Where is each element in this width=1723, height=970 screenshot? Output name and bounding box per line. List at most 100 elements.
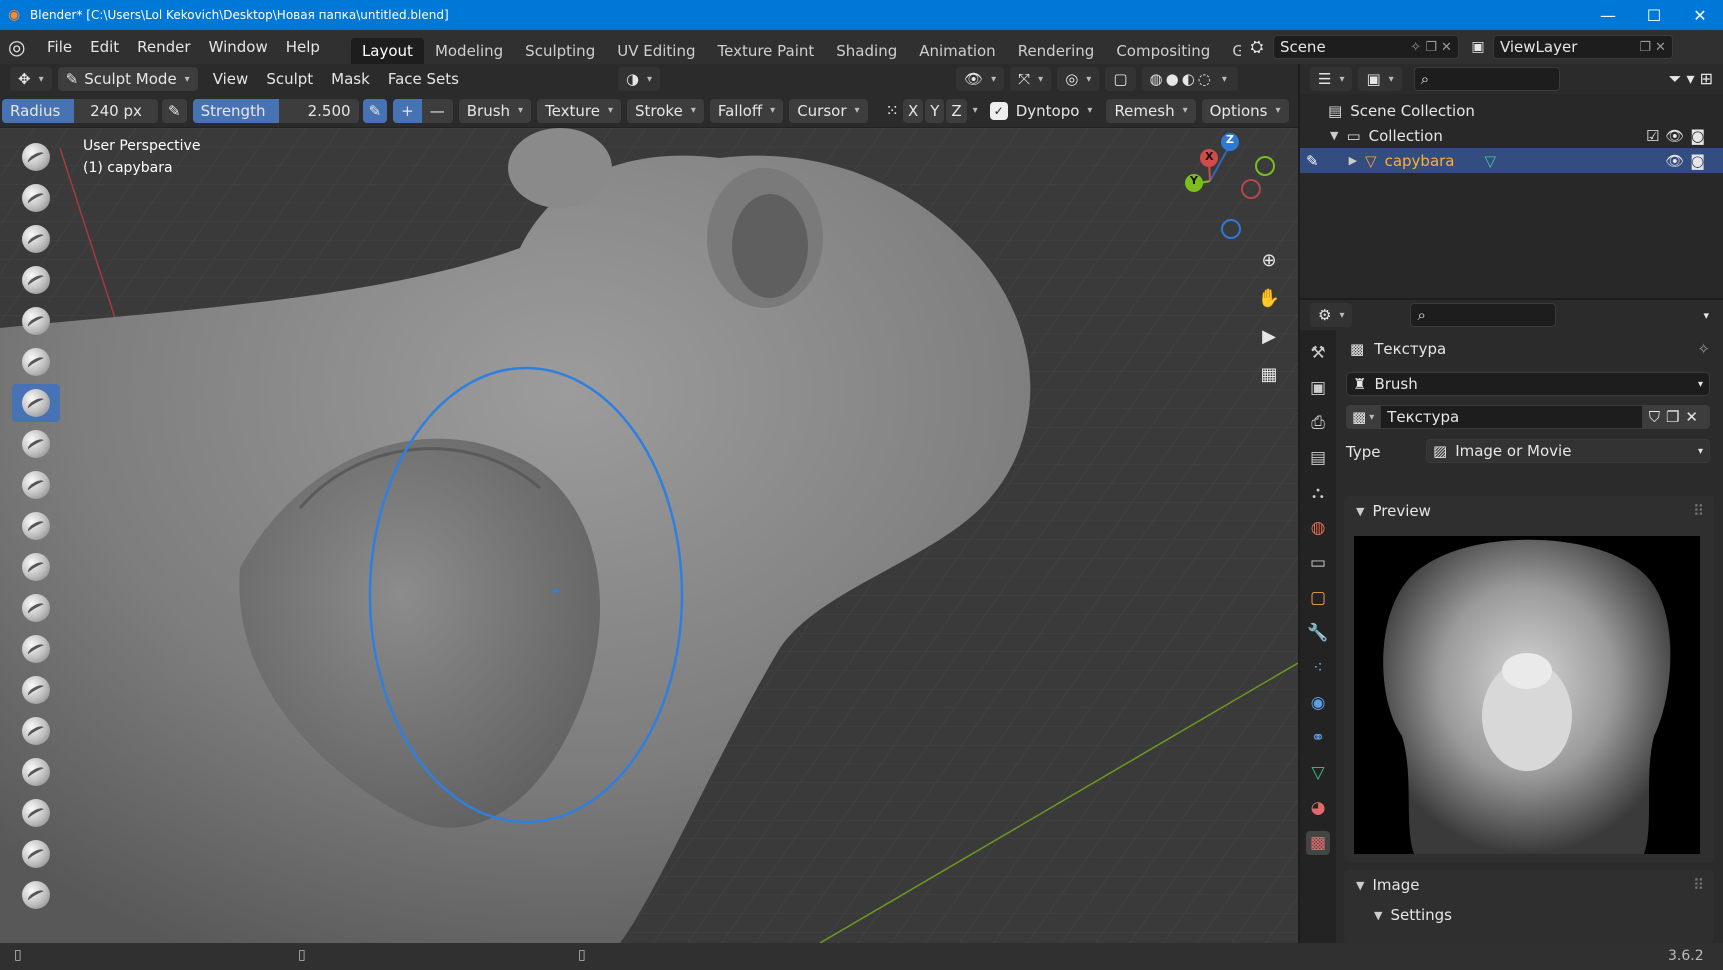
pin-icon[interactable]: ✧ ❐ ✕ — [1410, 40, 1452, 55]
menu-mask[interactable]: Mask — [322, 70, 379, 88]
menu-view[interactable]: View — [204, 70, 258, 88]
menu-sculpt[interactable]: Sculpt — [257, 70, 322, 88]
strength-field[interactable]: Strength 2.500 — [192, 98, 359, 123]
mesh-data-icon[interactable]: ▽ — [1485, 152, 1497, 170]
menu-file[interactable]: File — [38, 38, 81, 56]
scene-tab-icon[interactable]: ⛬ — [1306, 481, 1330, 505]
tool-elastic[interactable] — [12, 794, 60, 832]
scene-field[interactable]: Scene ✧ ❐ ✕ — [1272, 35, 1459, 59]
texture-browse-icon[interactable]: ▩ ▾ — [1346, 405, 1381, 429]
tool-flatten[interactable] — [12, 548, 60, 586]
object-tab-icon[interactable]: ▢ — [1306, 586, 1330, 610]
camera-view-icon[interactable]: ▶ — [1254, 326, 1284, 356]
gizmo-z-label[interactable]: Z — [1226, 133, 1234, 146]
collection-visibility-icons[interactable]: ☑👁◙ — [1646, 127, 1711, 145]
direction-add-button[interactable]: + — [393, 98, 422, 123]
scene-collection-row[interactable]: ▤ Scene Collection — [1300, 98, 1723, 123]
viewlayer-field[interactable]: ViewLayer ❐ ✕ — [1492, 35, 1673, 59]
visibility-icon[interactable]: 👁 ▾ — [956, 67, 1005, 91]
overlay-toggle-icon[interactable]: ◎ ▾ — [1057, 67, 1100, 91]
dyntopo-checkbox[interactable]: ✓ — [989, 101, 1008, 120]
collection-expand-icon[interactable]: ▼ — [1330, 129, 1338, 142]
options-chevron-icon[interactable]: ▾ — [1703, 309, 1709, 322]
tab-sculpting[interactable]: Sculpting — [514, 38, 606, 64]
symmetry-z-toggle[interactable]: Z — [946, 98, 967, 123]
transform-pivot-icon[interactable]: ◑ ▾ — [617, 67, 661, 91]
data-tab-icon[interactable]: ▽ — [1306, 761, 1330, 785]
physics-tab-icon[interactable]: ◉ — [1306, 691, 1330, 715]
tool-multiplane-scrape[interactable] — [12, 671, 60, 709]
remesh-dropdown[interactable]: Remesh ▾ — [1106, 98, 1196, 123]
strength-pressure-icon[interactable]: ✎ — [362, 98, 388, 123]
stroke-dropdown[interactable]: Stroke ▾ — [627, 98, 704, 123]
world-tab-icon[interactable]: ◍ — [1306, 516, 1330, 540]
modifier-tab-icon[interactable]: 🔧 — [1306, 621, 1330, 645]
texture-datablock-actions-icon[interactable]: ⛉❐✕ — [1642, 405, 1710, 429]
strength-value[interactable]: 2.500 — [278, 98, 359, 123]
tab-geometry[interactable]: Geomet — [1221, 38, 1241, 64]
collection-row[interactable]: ▼ ▭ Collection ☑👁◙ — [1300, 123, 1723, 148]
preview-collapse-icon[interactable]: ▼ — [1356, 505, 1364, 518]
gizmo-x-label[interactable]: X — [1205, 150, 1213, 163]
perspective-toggle-icon[interactable]: ▦ — [1254, 364, 1284, 394]
viewlayer-icon[interactable]: ▣ — [1463, 39, 1493, 55]
editor-type-icon[interactable]: ✥ ▾ — [10, 67, 52, 91]
tool-clay-thumb[interactable] — [12, 302, 60, 340]
tool-draw-sharp[interactable] — [12, 179, 60, 217]
blender-menu-icon[interactable]: ◎ — [8, 35, 38, 59]
close-window-button[interactable]: ✕ — [1677, 0, 1723, 30]
direction-subtract-button[interactable]: — — [421, 98, 453, 123]
tool-blob[interactable] — [12, 425, 60, 463]
tool-clay-strips[interactable] — [12, 261, 60, 299]
texture-dropdown[interactable]: Texture ▾ — [537, 98, 622, 123]
maximize-button[interactable]: ☐ — [1631, 0, 1677, 30]
texture-datablock-field[interactable]: ▩ ▾ Текстура ⛉❐✕ — [1346, 405, 1710, 429]
menu-window[interactable]: Window — [200, 38, 277, 56]
properties-editor-type-icon[interactable]: ⚙ ▾ — [1310, 303, 1353, 327]
radius-field[interactable]: Radius 240 px — [2, 98, 158, 123]
tab-uv-editing[interactable]: UV Editing — [606, 38, 706, 64]
brush-dropdown[interactable]: Brush ▾ — [458, 98, 532, 123]
preview-header[interactable]: ▼ Preview ⠿ — [1344, 496, 1714, 526]
material-tab-icon[interactable]: ◕ — [1306, 796, 1330, 820]
menu-render[interactable]: Render — [128, 38, 199, 56]
xray-toggle-icon[interactable]: ▢ — [1105, 67, 1136, 91]
symmetry-dropdown-icon[interactable]: ▾ — [973, 105, 978, 116]
tab-animation[interactable]: Animation — [908, 38, 1006, 64]
outliner-editor-type-icon[interactable]: ☰ ▾ — [1310, 67, 1353, 91]
dyntopo-dropdown[interactable]: Dyntopo ▾ — [1008, 99, 1101, 123]
object-visibility-icons[interactable]: 👁◙ — [1665, 152, 1711, 170]
cursor-dropdown[interactable]: Cursor ▾ — [789, 98, 868, 123]
zoom-icon[interactable]: ⊕ — [1254, 250, 1284, 280]
shading-mode-icons[interactable]: ◍●◐◌ ▾ — [1141, 67, 1238, 91]
tool-pinch[interactable] — [12, 712, 60, 750]
tool-draw[interactable] — [12, 138, 60, 176]
mode-dropdown[interactable]: ✎ Sculpt Mode ▾ — [57, 67, 198, 91]
symmetry-y-toggle[interactable]: Y — [925, 98, 945, 123]
filter-icon[interactable]: ⏷ ▾ ⊞ — [1669, 69, 1713, 89]
tool-clay[interactable] — [12, 220, 60, 258]
menu-help[interactable]: Help — [277, 38, 329, 56]
drag-handle-icon[interactable]: ⠿ — [1693, 876, 1704, 894]
view-layer-tab-icon[interactable]: ▤ — [1306, 446, 1330, 470]
tool-layer[interactable] — [12, 343, 60, 381]
texture-name-field[interactable]: Текстура — [1380, 405, 1643, 429]
tool-crease[interactable] — [12, 466, 60, 504]
constraints-tab-icon[interactable]: ⚭ — [1306, 726, 1330, 750]
viewlayer-actions-icon[interactable]: ❐ ✕ — [1639, 40, 1666, 55]
tool-tab-icon[interactable]: ⚒ — [1306, 341, 1330, 365]
capybara-object-row[interactable]: ✎ ▶ ▽ capybara ▽ 👁◙ — [1300, 148, 1723, 173]
pan-hand-icon[interactable]: ✋ — [1254, 288, 1284, 318]
object-expand-icon[interactable]: ▶ — [1349, 154, 1357, 167]
options-dropdown[interactable]: Options ▾ — [1201, 98, 1289, 123]
menu-edit[interactable]: Edit — [81, 38, 128, 56]
image-header[interactable]: ▼ Image ⠿ — [1344, 870, 1714, 900]
tool-snake-hook[interactable] — [12, 835, 60, 873]
settings-collapse-icon[interactable]: ▼ — [1374, 909, 1382, 922]
particles-tab-icon[interactable]: ⁖ — [1306, 656, 1330, 680]
outliner-search-input[interactable]: ⌕ — [1413, 67, 1560, 91]
drag-handle-icon[interactable]: ⠿ — [1693, 502, 1704, 520]
texture-tab-icon[interactable]: ▩ — [1306, 831, 1330, 855]
tool-grab[interactable] — [12, 753, 60, 791]
tool-thumb[interactable] — [12, 876, 60, 914]
